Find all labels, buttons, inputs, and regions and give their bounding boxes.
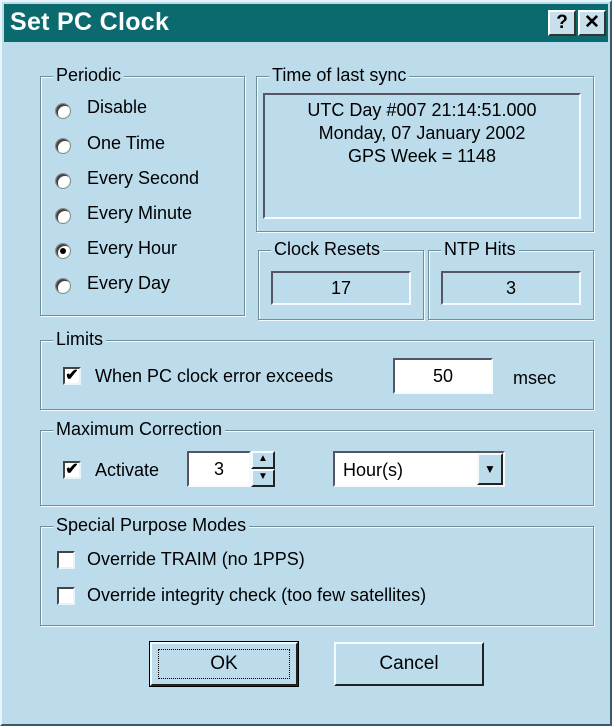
error-threshold-input[interactable]: 50 — [393, 358, 493, 394]
special-modes-group: Special Purpose Modes Override TRAIM (no… — [40, 515, 594, 626]
radio-label-every-day[interactable]: Every Day — [87, 273, 170, 294]
radio-every-second[interactable] — [55, 173, 71, 189]
ntp-hits-legend: NTP Hits — [441, 239, 519, 260]
unit-select-value: Hour(s) — [343, 460, 404, 480]
radio-label-every-hour[interactable]: Every Hour — [87, 238, 177, 259]
periodic-group: Periodic Disable One Time Every Second E… — [40, 65, 245, 316]
limits-checkbox[interactable]: ✔ — [63, 367, 81, 385]
cancel-button[interactable]: Cancel — [334, 642, 484, 686]
limits-checkbox-label[interactable]: When PC clock error exceeds — [95, 366, 333, 387]
chevron-down-icon[interactable]: ▼ — [477, 453, 503, 485]
spin-down-icon[interactable]: ▼ — [251, 469, 275, 487]
clock-resets-legend: Clock Resets — [271, 239, 384, 260]
close-icon[interactable]: ✕ — [578, 10, 606, 36]
override-traim-checkbox[interactable] — [57, 551, 75, 569]
periodic-legend: Periodic — [53, 65, 125, 86]
max-correction-group: Maximum Correction ✔ Activate 3 ▲ ▼ Hour… — [40, 419, 594, 506]
spin-up-icon[interactable]: ▲ — [251, 451, 275, 469]
title-bar[interactable]: Set PC Clock ? ✕ — [4, 4, 608, 42]
correction-value-input[interactable]: 3 — [187, 451, 251, 487]
radio-label-disable[interactable]: Disable — [87, 97, 147, 118]
radio-every-hour[interactable] — [55, 243, 71, 259]
limits-legend: Limits — [53, 329, 107, 350]
sync-gps-week-line: GPS Week = 1148 — [348, 146, 496, 166]
sync-utc-line: UTC Day #007 21:14:51.000 — [307, 100, 537, 120]
override-traim-label[interactable]: Override TRAIM (no 1PPS) — [87, 549, 305, 570]
unit-select[interactable]: Hour(s) ▼ — [333, 451, 505, 487]
radio-disable[interactable] — [55, 103, 71, 119]
help-button[interactable]: ? — [548, 10, 576, 36]
override-integrity-label[interactable]: Override integrity check (too few satell… — [87, 585, 426, 606]
dialog-title: Set PC Clock — [10, 8, 170, 36]
override-integrity-checkbox[interactable] — [57, 587, 75, 605]
radio-label-every-second[interactable]: Every Second — [87, 168, 199, 189]
ok-button[interactable]: OK — [149, 641, 299, 687]
activate-checkbox[interactable]: ✔ — [63, 461, 81, 479]
radio-every-day[interactable] — [55, 278, 71, 294]
clock-resets-value: 17 — [271, 271, 411, 305]
last-sync-legend: Time of last sync — [269, 65, 410, 86]
max-correction-legend: Maximum Correction — [53, 419, 226, 440]
activate-checkbox-label[interactable]: Activate — [95, 460, 159, 481]
radio-one-time[interactable] — [55, 138, 71, 154]
sync-date-line: Monday, 07 January 2002 — [318, 123, 526, 143]
special-modes-legend: Special Purpose Modes — [53, 515, 250, 536]
set-pc-clock-dialog: Set PC Clock ? ✕ Periodic Disable One Ti… — [0, 0, 612, 726]
radio-label-one-time[interactable]: One Time — [87, 133, 165, 154]
radio-every-minute[interactable] — [55, 208, 71, 224]
limits-group: Limits ✔ When PC clock error exceeds 50 … — [40, 329, 594, 410]
last-sync-group: Time of last sync UTC Day #007 21:14:51.… — [256, 65, 594, 232]
ntp-hits-group: NTP Hits 3 — [428, 239, 594, 320]
ntp-hits-value: 3 — [441, 271, 581, 305]
limits-unit-label: msec — [513, 368, 557, 388]
last-sync-display: UTC Day #007 21:14:51.000 Monday, 07 Jan… — [263, 93, 581, 219]
radio-label-every-minute[interactable]: Every Minute — [87, 203, 192, 224]
focus-rect — [158, 649, 290, 679]
clock-resets-group: Clock Resets 17 — [258, 239, 424, 320]
